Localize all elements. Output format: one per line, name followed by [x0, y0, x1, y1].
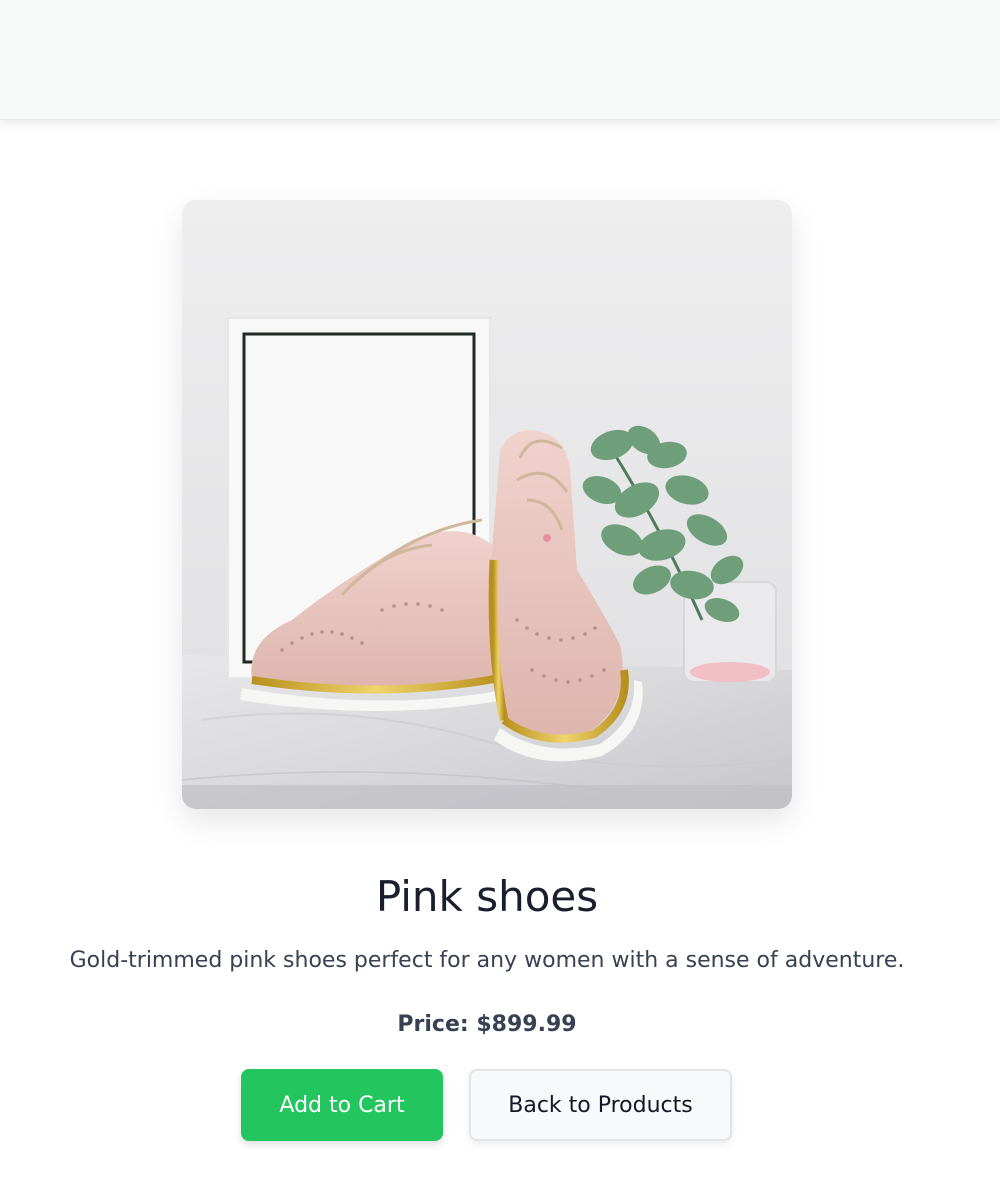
product-detail: Pink shoes Gold-trimmed pink shoes perfe… [0, 120, 1000, 1200]
pink-shoes-photo [182, 200, 792, 809]
product-title: Pink shoes [375, 872, 599, 921]
top-navigation-bar [0, 0, 1000, 120]
product-price: Price: $899.99 [397, 1012, 577, 1037]
add-to-cart-button[interactable]: Add to Cart [241, 1069, 443, 1141]
product-image [182, 200, 792, 809]
product-description: Gold-trimmed pink shoes perfect for any … [69, 948, 905, 973]
back-to-products-button[interactable]: Back to Products [469, 1069, 732, 1141]
